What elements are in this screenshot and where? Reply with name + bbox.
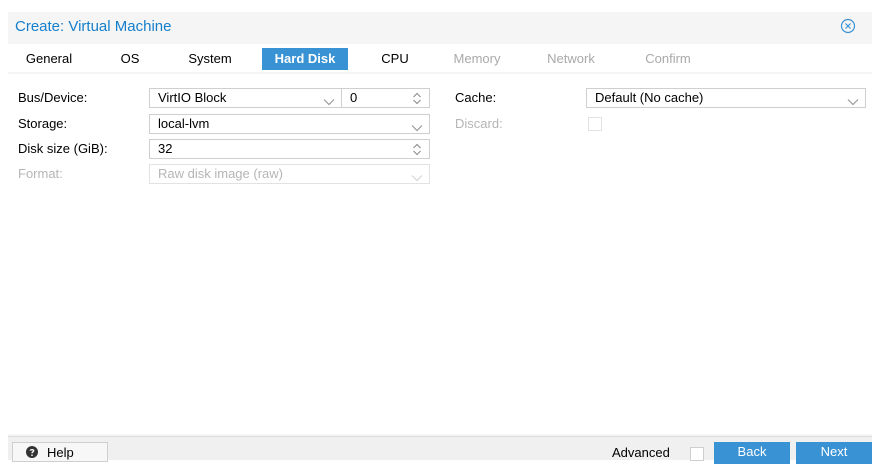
spinner-arrows-icon[interactable]: [412, 143, 422, 156]
device-number-spinner[interactable]: 0: [341, 88, 430, 108]
format-value: Raw disk image (raw): [158, 166, 283, 181]
hard-disk-panel: Bus/Device: VirtIO Block 0 Storage: loca…: [8, 74, 872, 434]
cache-select[interactable]: Default (No cache): [586, 88, 866, 108]
question-circle-icon: [26, 446, 38, 458]
create-vm-dialog: Create: Virtual Machine General OS Syste…: [8, 12, 872, 464]
spinner-arrows-icon[interactable]: [412, 92, 422, 105]
disk-size-label: Disk size (GiB):: [18, 141, 108, 156]
bus-device-label: Bus/Device:: [18, 90, 88, 105]
dialog-footer: Help Advanced Back Next: [8, 436, 872, 464]
cache-label: Cache:: [455, 90, 497, 105]
disk-size-value: 32: [158, 141, 173, 156]
cache-value: Default (No cache): [595, 90, 704, 105]
storage-value: local-lvm: [158, 116, 210, 131]
tab-cpu[interactable]: CPU: [374, 48, 416, 70]
close-icon[interactable]: [840, 18, 856, 34]
storage-select[interactable]: local-lvm: [149, 114, 430, 134]
format-select[interactable]: Raw disk image (raw): [149, 164, 430, 184]
dialog-title: Create: Virtual Machine: [15, 18, 172, 35]
tab-system[interactable]: System: [178, 48, 242, 70]
tab-memory[interactable]: Memory: [442, 48, 512, 70]
tab-hard-disk[interactable]: Hard Disk: [262, 48, 348, 70]
wizard-tab-bar: General OS System Hard Disk CPU Memory N…: [8, 44, 872, 72]
bus-select[interactable]: VirtIO Block: [149, 88, 342, 108]
chevron-down-icon: [411, 120, 423, 132]
tab-general[interactable]: General: [18, 48, 80, 70]
tab-confirm[interactable]: Confirm: [634, 48, 702, 70]
help-label: Help: [47, 445, 74, 460]
dialog-titlebar: Create: Virtual Machine: [8, 12, 872, 40]
discard-label: Discard:: [455, 116, 503, 131]
storage-label: Storage:: [18, 116, 68, 131]
back-button[interactable]: Back: [714, 442, 790, 464]
disk-size-spinner[interactable]: 32: [149, 139, 430, 159]
next-button[interactable]: Next: [796, 442, 872, 464]
bus-value: VirtIO Block: [158, 90, 227, 105]
discard-checkbox[interactable]: [588, 117, 602, 131]
chevron-down-icon: [847, 94, 859, 106]
help-button[interactable]: Help: [12, 442, 108, 462]
chevron-down-icon: [323, 94, 335, 106]
chevron-down-icon: [411, 170, 423, 182]
format-label: Format:: [18, 166, 63, 181]
tab-os[interactable]: OS: [112, 48, 148, 70]
device-number-value: 0: [350, 90, 358, 105]
tab-network[interactable]: Network: [536, 48, 606, 70]
